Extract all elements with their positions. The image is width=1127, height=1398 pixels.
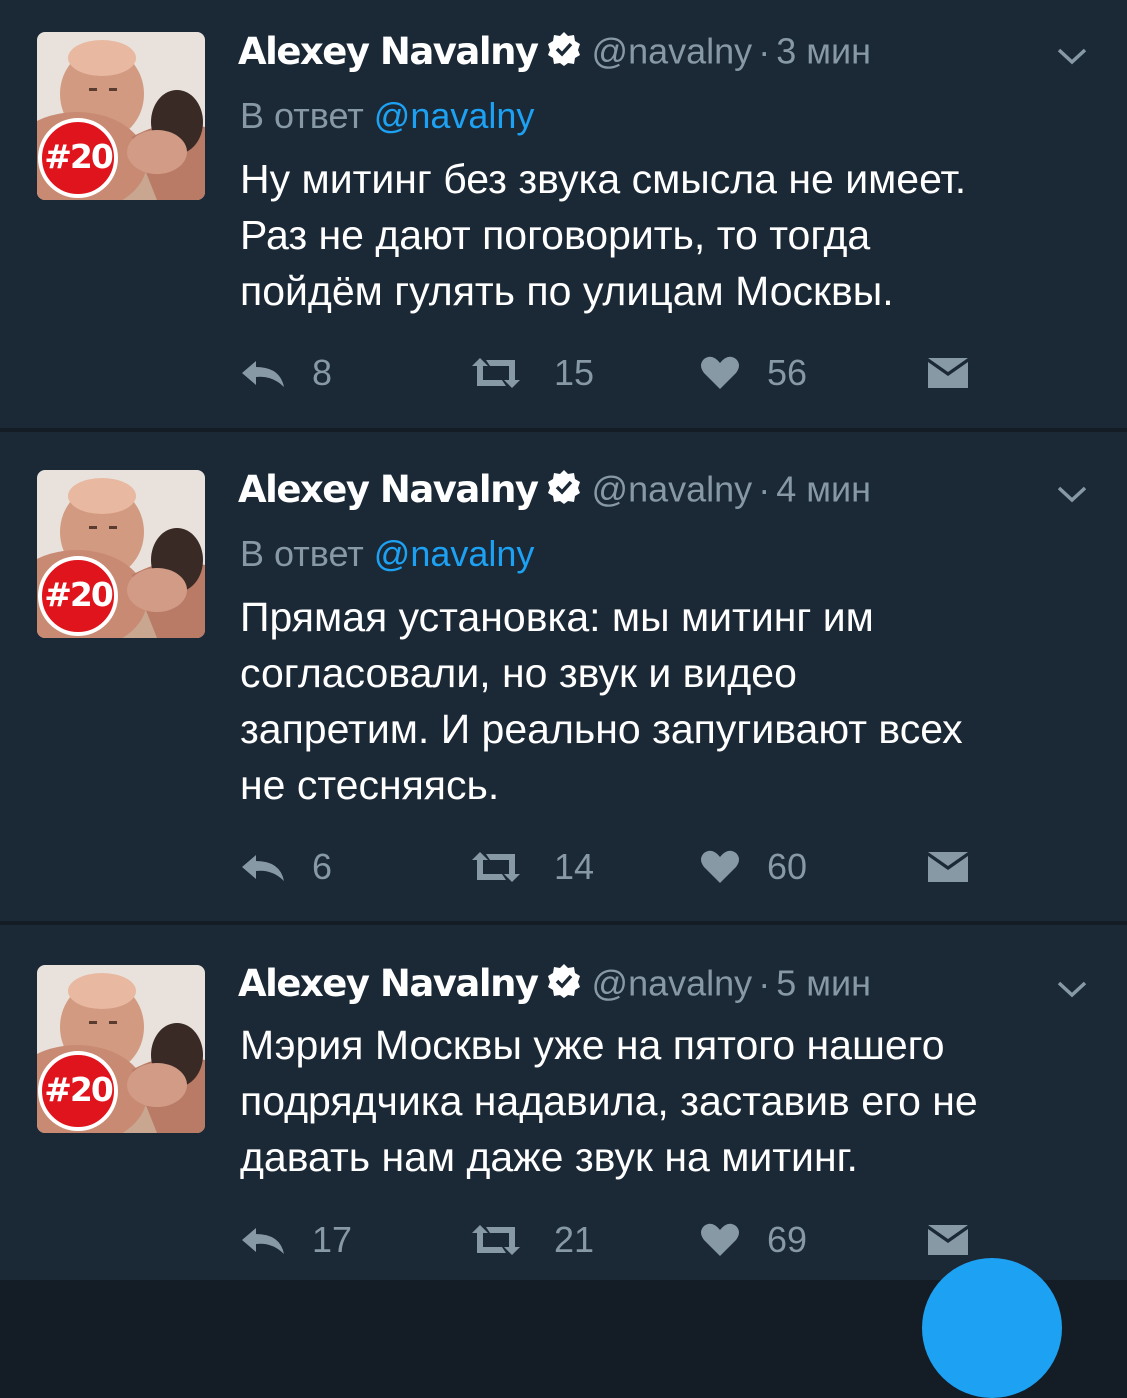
heart-icon [701, 1223, 739, 1256]
verified-badge-icon [546, 31, 582, 72]
direct-message-button[interactable] [926, 842, 970, 892]
like-button[interactable]: 60 [700, 842, 807, 892]
like-button[interactable]: 69 [700, 1215, 807, 1265]
envelope-icon [928, 358, 968, 388]
separator: · [758, 468, 771, 510]
reply-button[interactable]: 6 [240, 842, 332, 892]
reply-icon [242, 1228, 284, 1254]
separator: · [758, 30, 771, 72]
tweet-text-line: давать нам даже звук на митинг. [240, 1134, 858, 1180]
avatar[interactable]: #20 [37, 965, 205, 1133]
retweet-count: 14 [554, 846, 595, 887]
reply-to-link[interactable]: @navalny [374, 533, 535, 574]
tweet-header: Alexey Navalny @navalny · 5 мин [238, 962, 1127, 1012]
tweet-header: Alexey Navalny @navalny · 3 мин [238, 30, 1127, 80]
tweet-actions: 6 14 60 [240, 842, 1000, 892]
tweet-time[interactable]: 5 мин [776, 963, 871, 1004]
reply-count: 17 [312, 1219, 353, 1260]
tweet-time[interactable]: 3 мин [776, 31, 871, 72]
separator: · [758, 962, 771, 1004]
retweet-icon [472, 852, 520, 882]
like-count: 60 [767, 846, 808, 887]
tweet-text-line: Ну митинг без звука смысла не имеет. [240, 156, 967, 202]
retweet-button[interactable]: 15 [468, 348, 594, 398]
chevron-down-icon[interactable] [1055, 482, 1089, 511]
author-name[interactable]: Alexey Navalny [238, 962, 539, 1005]
avatar-badge-text: #20 [44, 575, 114, 614]
author-name[interactable]: Alexey Navalny [238, 468, 539, 511]
reply-count: 6 [312, 846, 333, 887]
direct-message-button[interactable] [926, 1215, 970, 1265]
avatar-badge-text: #20 [44, 1070, 114, 1109]
heart-icon [701, 356, 739, 389]
tweet-card[interactable]: #20 Alexey Navalny @navalny · 3 мин В ответ… [0, 0, 1127, 428]
retweet-button[interactable]: 21 [468, 1215, 594, 1265]
avatar-badge-text: #20 [44, 137, 114, 176]
retweet-icon [472, 1225, 520, 1255]
verified-badge-icon [546, 963, 582, 1004]
like-count: 56 [767, 352, 808, 393]
envelope-icon [928, 852, 968, 882]
like-button[interactable]: 56 [700, 348, 807, 398]
tweet-text-line: Раз не дают поговорить, то тогда [240, 212, 871, 258]
author-handle[interactable]: @navalny [592, 31, 753, 72]
author-handle[interactable]: @navalny [592, 469, 753, 510]
chevron-down-icon[interactable] [1055, 44, 1089, 73]
reply-icon [242, 855, 284, 881]
tweet-actions: 8 15 56 [240, 348, 1000, 398]
retweet-button[interactable]: 14 [468, 842, 594, 892]
direct-message-button[interactable] [926, 348, 970, 398]
retweet-count: 15 [554, 352, 595, 393]
tweet-time[interactable]: 4 мин [776, 469, 871, 510]
reply-to-link[interactable]: @navalny [374, 95, 535, 136]
tweet-card[interactable]: #20 Alexey Navalny @navalny · 4 мин В ответ… [0, 432, 1127, 921]
author-handle[interactable]: @navalny [592, 963, 753, 1004]
tweet-text: Мэрия Москвы уже на пятого нашего подряд… [240, 1017, 1100, 1185]
avatar[interactable]: #20 [37, 32, 205, 200]
reply-icon [242, 361, 284, 387]
retweet-icon [472, 358, 520, 388]
verified-badge-icon [546, 469, 582, 510]
tweet-text-line: согласовали, но звук и видео [240, 650, 797, 696]
reply-count: 8 [312, 352, 333, 393]
tweet-text-line: запретим. И реально запугивают всех [240, 706, 963, 752]
like-count: 69 [767, 1219, 808, 1260]
retweet-count: 21 [554, 1219, 595, 1260]
tweet-actions: 17 21 69 [240, 1215, 1000, 1265]
reply-prefix: В ответ [240, 533, 364, 574]
reply-context: В ответ @navalny [240, 533, 534, 575]
reply-context: В ответ @navalny [240, 95, 534, 137]
tweet-text: Ну митинг без звука смысла не имеет. Раз… [240, 151, 1100, 319]
tweet-header: Alexey Navalny @navalny · 4 мин [238, 468, 1127, 518]
compose-tweet-button[interactable] [922, 1258, 1062, 1398]
chevron-down-icon[interactable] [1055, 977, 1089, 1006]
tweet-text-line: не стесняясь. [240, 762, 500, 808]
avatar[interactable]: #20 [37, 470, 205, 638]
tweet-text-line: Мэрия Москвы уже на пятого нашего [240, 1022, 945, 1068]
reply-button[interactable]: 17 [240, 1215, 352, 1265]
tweet-text: Прямая установка: мы митинг им согласова… [240, 589, 1100, 813]
reply-prefix: В ответ [240, 95, 364, 136]
tweet-card[interactable]: #20 Alexey Navalny @navalny · 5 мин Мэрия М… [0, 925, 1127, 1280]
author-name[interactable]: Alexey Navalny [238, 30, 539, 73]
tweet-text-line: Прямая установка: мы митинг им [240, 594, 874, 640]
heart-icon [701, 850, 739, 883]
tweet-text-line: пойдём гулять по улицам Москвы. [240, 268, 894, 314]
reply-button[interactable]: 8 [240, 348, 332, 398]
tweet-text-line: подрядчика надавила, заставив его не [240, 1078, 978, 1124]
envelope-icon [928, 1225, 968, 1255]
